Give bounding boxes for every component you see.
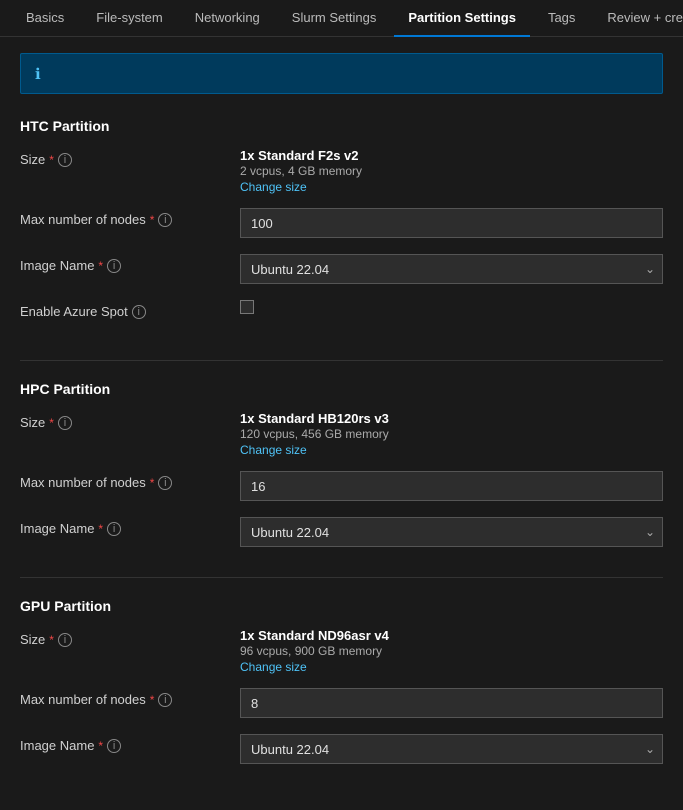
main-content: ℹ HTC Partition Size * i 1x Standard F2s… — [0, 37, 683, 810]
max-nodes-input-wrapper-htc — [240, 208, 663, 238]
partition-title-gpu: GPU Partition — [20, 598, 663, 614]
section-divider-0 — [20, 360, 663, 361]
partition-title-hpc: HPC Partition — [20, 381, 663, 397]
size-row-hpc: Size * i 1x Standard HB120rs v3 120 vcpu… — [20, 411, 663, 457]
max-nodes-input-hpc[interactable] — [240, 471, 663, 501]
image-name-select-hpc[interactable]: Ubuntu 22.04 Ubuntu 20.04 CentOS 7 — [240, 517, 663, 547]
azure-spot-row-htc: Enable Azure Spot i — [20, 300, 663, 332]
size-value-htc: 1x Standard F2s v2 2 vcpus, 4 GB memory … — [240, 148, 663, 194]
max-nodes-input-wrapper-hpc — [240, 471, 663, 501]
size-label-gpu: Size * i — [20, 628, 240, 647]
change-size-link-hpc[interactable]: Change size — [240, 443, 663, 457]
azure-spot-label-htc: Enable Azure Spot i — [20, 300, 240, 319]
size-info-icon-hpc[interactable]: i — [58, 416, 72, 430]
required-star: * — [49, 633, 54, 647]
nav-tab-review-create[interactable]: Review + create — [593, 0, 683, 37]
change-size-link-htc[interactable]: Change size — [240, 180, 663, 194]
required-star: * — [150, 213, 155, 227]
partition-section-hpc: HPC Partition Size * i 1x Standard HB120… — [20, 381, 663, 549]
size-name-hpc: 1x Standard HB120rs v3 — [240, 411, 663, 426]
required-star: * — [98, 259, 103, 273]
max-nodes-label-hpc: Max number of nodes * i — [20, 471, 240, 490]
image-name-row-hpc: Image Name * i Ubuntu 22.04 Ubuntu 20.04… — [20, 517, 663, 549]
image-name-label-gpu: Image Name * i — [20, 734, 240, 753]
partitions-container: HTC Partition Size * i 1x Standard F2s v… — [20, 118, 663, 766]
info-banner-icon: ℹ — [35, 65, 41, 83]
max-nodes-info-icon-hpc[interactable]: i — [158, 476, 172, 490]
size-sub-htc: 2 vcpus, 4 GB memory — [240, 164, 663, 178]
max-nodes-label-gpu: Max number of nodes * i — [20, 688, 240, 707]
size-label-htc: Size * i — [20, 148, 240, 167]
max-nodes-row-htc: Max number of nodes * i — [20, 208, 663, 240]
partition-section-gpu: GPU Partition Size * i 1x Standard ND96a… — [20, 598, 663, 766]
partition-section-htc: HTC Partition Size * i 1x Standard F2s v… — [20, 118, 663, 332]
size-name-gpu: 1x Standard ND96asr v4 — [240, 628, 663, 643]
required-star: * — [98, 522, 103, 536]
size-info-icon-htc[interactable]: i — [58, 153, 72, 167]
image-info-icon-hpc[interactable]: i — [107, 522, 121, 536]
image-name-select-htc[interactable]: Ubuntu 22.04 Ubuntu 20.04 CentOS 7 — [240, 254, 663, 284]
required-star: * — [49, 153, 54, 167]
size-info-icon-gpu[interactable]: i — [58, 633, 72, 647]
image-name-select-wrapper-htc: Ubuntu 22.04 Ubuntu 20.04 CentOS 7 ⌄ — [240, 254, 663, 284]
max-nodes-input-gpu[interactable] — [240, 688, 663, 718]
nav-tab-basics[interactable]: Basics — [12, 0, 78, 37]
change-size-link-gpu[interactable]: Change size — [240, 660, 663, 674]
image-info-icon-htc[interactable]: i — [107, 259, 121, 273]
required-star: * — [150, 476, 155, 490]
max-nodes-info-icon-gpu[interactable]: i — [158, 693, 172, 707]
size-sub-gpu: 96 vcpus, 900 GB memory — [240, 644, 663, 658]
max-nodes-info-icon-htc[interactable]: i — [158, 213, 172, 227]
azure-spot-checkbox-htc[interactable] — [240, 300, 254, 314]
max-nodes-input-htc[interactable] — [240, 208, 663, 238]
size-name-htc: 1x Standard F2s v2 — [240, 148, 663, 163]
azure-spot-checkbox-wrapper-htc — [240, 300, 663, 314]
max-nodes-row-gpu: Max number of nodes * i — [20, 688, 663, 720]
nav-tab-slurm-settings[interactable]: Slurm Settings — [278, 0, 391, 37]
image-name-select-wrapper-hpc: Ubuntu 22.04 Ubuntu 20.04 CentOS 7 ⌄ — [240, 517, 663, 547]
size-row-gpu: Size * i 1x Standard ND96asr v4 96 vcpus… — [20, 628, 663, 674]
size-value-gpu: 1x Standard ND96asr v4 96 vcpus, 900 GB … — [240, 628, 663, 674]
max-nodes-input-wrapper-gpu — [240, 688, 663, 718]
required-star: * — [150, 693, 155, 707]
partition-title-htc: HTC Partition — [20, 118, 663, 134]
max-nodes-row-hpc: Max number of nodes * i — [20, 471, 663, 503]
image-name-label-hpc: Image Name * i — [20, 517, 240, 536]
image-name-label-htc: Image Name * i — [20, 254, 240, 273]
image-name-select-wrapper-gpu: Ubuntu 22.04 Ubuntu 20.04 CentOS 7 ⌄ — [240, 734, 663, 764]
image-name-row-htc: Image Name * i Ubuntu 22.04 Ubuntu 20.04… — [20, 254, 663, 286]
image-name-row-gpu: Image Name * i Ubuntu 22.04 Ubuntu 20.04… — [20, 734, 663, 766]
nav-tab-partition-settings[interactable]: Partition Settings — [394, 0, 530, 37]
section-divider-1 — [20, 577, 663, 578]
nav-tabs: BasicsFile-systemNetworkingSlurm Setting… — [0, 0, 683, 37]
size-sub-hpc: 120 vcpus, 456 GB memory — [240, 427, 663, 441]
image-name-select-gpu[interactable]: Ubuntu 22.04 Ubuntu 20.04 CentOS 7 — [240, 734, 663, 764]
required-star: * — [49, 416, 54, 430]
size-label-hpc: Size * i — [20, 411, 240, 430]
size-value-hpc: 1x Standard HB120rs v3 120 vcpus, 456 GB… — [240, 411, 663, 457]
nav-tab-file-system[interactable]: File-system — [82, 0, 176, 37]
info-banner: ℹ — [20, 53, 663, 94]
size-row-htc: Size * i 1x Standard F2s v2 2 vcpus, 4 G… — [20, 148, 663, 194]
max-nodes-label-htc: Max number of nodes * i — [20, 208, 240, 227]
nav-tab-networking[interactable]: Networking — [181, 0, 274, 37]
image-info-icon-gpu[interactable]: i — [107, 739, 121, 753]
required-star: * — [98, 739, 103, 753]
spot-info-icon-htc[interactable]: i — [132, 305, 146, 319]
nav-tab-tags[interactable]: Tags — [534, 0, 589, 37]
